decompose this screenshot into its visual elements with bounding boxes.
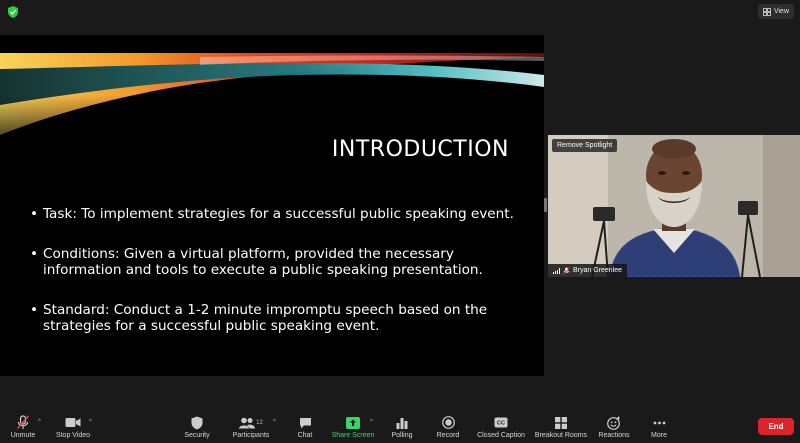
participants-chevron-icon[interactable]: ^	[273, 419, 276, 425]
slide-title: INTRODUCTION	[331, 137, 509, 162]
slide-bullet: Standard: Conduct a 1-2 minute impromptu…	[30, 302, 520, 334]
participants-icon	[239, 417, 256, 428]
bar-chart-icon	[396, 417, 408, 429]
participants-button[interactable]: 12 Participants	[230, 411, 272, 443]
svg-text:CC: CC	[497, 421, 505, 427]
audio-options-chevron-icon[interactable]: ^	[38, 419, 41, 425]
chat-bubble-icon	[299, 417, 311, 428]
shield-icon	[191, 416, 203, 429]
polling-button[interactable]: Polling	[388, 411, 416, 443]
view-button[interactable]: View	[757, 4, 794, 19]
video-camera-icon	[65, 418, 81, 427]
participant-name-tag: Bryan Greenlee	[548, 264, 628, 277]
slide-bullet: Conditions: Given a virtual platform, pr…	[30, 246, 520, 278]
closed-caption-label: Closed Caption	[477, 432, 525, 439]
split-resize-handle[interactable]	[544, 198, 547, 212]
smiley-icon	[607, 416, 620, 430]
participants-count: 12	[256, 419, 263, 426]
chat-button[interactable]: Chat	[292, 411, 318, 443]
share-options-chevron-icon[interactable]: ^	[370, 419, 373, 425]
polling-label: Polling	[391, 432, 413, 439]
muted-mic-icon	[16, 415, 30, 429]
more-label: More	[651, 432, 667, 439]
view-label: View	[773, 8, 789, 15]
record-button[interactable]: Record	[434, 411, 462, 443]
stop-video-label: Stop Video	[55, 432, 91, 439]
breakout-rooms-button[interactable]: Breakout Rooms	[534, 411, 588, 443]
signal-strength-icon	[553, 267, 560, 274]
closed-caption-icon: CC	[494, 417, 508, 428]
more-button[interactable]: More	[646, 411, 672, 443]
record-label: Record	[436, 432, 460, 439]
participants-label: Participants	[232, 432, 270, 439]
remove-spotlight-button[interactable]: Remove Spotlight	[552, 139, 618, 152]
slide-bullet: Task: To implement strategies for a succ…	[30, 206, 520, 222]
video-options-chevron-icon[interactable]: ^	[89, 419, 92, 425]
share-screen-button[interactable]: Share Screen	[330, 411, 376, 443]
ellipsis-icon	[653, 421, 665, 424]
security-shield-icon[interactable]	[6, 5, 20, 19]
unmute-button[interactable]: Unmute	[8, 411, 38, 443]
unmute-label: Unmute	[10, 432, 36, 439]
slide-bullet-list: Task: To implement strategies for a succ…	[30, 206, 520, 358]
chat-label: Chat	[297, 432, 313, 439]
breakout-rooms-label: Breakout Rooms	[534, 432, 588, 439]
breakout-rooms-icon	[555, 416, 567, 429]
closed-caption-button[interactable]: CC Closed Caption	[476, 411, 526, 443]
spotlight-video-tile[interactable]: Remove Spotlight Bryan Greenlee	[548, 135, 800, 277]
reactions-label: Reactions	[598, 432, 630, 439]
security-label: Security	[184, 432, 210, 439]
participant-video-feed	[548, 135, 800, 277]
meeting-controls-toolbar: Unmute ^ Stop Video ^ Security 12 Partic…	[0, 411, 800, 443]
record-icon	[441, 416, 455, 429]
participant-name: Bryan Greenlee	[573, 267, 623, 274]
shared-screen-slide: INTRODUCTION Task: To implement strategi…	[0, 35, 544, 376]
stop-video-button[interactable]: Stop Video	[52, 411, 94, 443]
muted-mic-icon	[563, 266, 570, 275]
grid-view-icon	[763, 7, 771, 16]
end-meeting-button[interactable]: End	[758, 418, 794, 435]
security-button[interactable]: Security	[180, 411, 214, 443]
share-screen-icon	[346, 416, 360, 429]
reactions-button[interactable]: Reactions	[596, 411, 632, 443]
share-screen-label: Share Screen	[331, 432, 375, 439]
